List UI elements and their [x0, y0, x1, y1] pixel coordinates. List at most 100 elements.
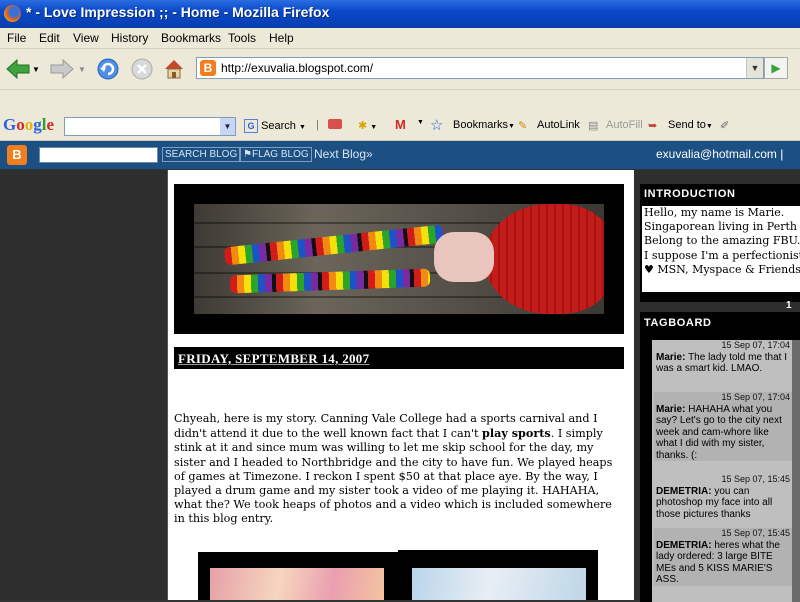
search-blog-button[interactable]: SEARCH BLOG: [162, 147, 241, 162]
left-margin: [0, 170, 167, 600]
send-to-label: Send to: [668, 119, 706, 131]
intro-line: Belong to the amazing FBU.: [644, 234, 800, 248]
autofill-icon: ▤: [588, 120, 599, 132]
tag-message: 15 Sep 07, 17:04 Marie: HAHAHA what you …: [654, 392, 792, 461]
flag-icon: ⚑: [243, 149, 252, 160]
tag-timestamp: 15 Sep 07, 17:04: [721, 340, 790, 350]
toolbar-spacer: [0, 90, 800, 112]
intro-line: Hello, my name is Marie.: [644, 206, 785, 219]
red-hat-shape: [484, 204, 604, 314]
menu-help[interactable]: Help: [269, 31, 294, 45]
pagerank-icon[interactable]: [328, 119, 342, 132]
tagboard-title: TAGBOARD: [644, 317, 712, 329]
menu-bar: File Edit View History Bookmarks Tools H…: [0, 28, 800, 49]
google-search-dropdown-icon[interactable]: ▼: [220, 118, 235, 135]
tag-message: 15 Sep 07, 15:45 DEMETRIA: you can photo…: [656, 474, 790, 520]
reload-button[interactable]: [94, 55, 122, 83]
navigation-toolbar: ▼ ▼ B http://exuvalia.blogspot.com/ ▼ ▶: [0, 49, 800, 90]
bookmarks-button[interactable]: Bookmarks▼: [453, 119, 515, 131]
menu-view[interactable]: View: [73, 31, 99, 45]
back-button[interactable]: [4, 55, 32, 83]
tag-author: Marie: [656, 351, 683, 363]
address-bar[interactable]: B http://exuvalia.blogspot.com/ ▼: [196, 57, 764, 79]
tag-timestamp: 15 Sep 07, 15:45: [721, 528, 790, 538]
tag-message: 15 Sep 07, 17:04 Marie: The lady told me…: [656, 340, 790, 374]
post-photo-frame-1: [198, 552, 398, 600]
home-icon: [165, 60, 183, 79]
flag-blog-button[interactable]: ⚑FLAG BLOG: [240, 147, 312, 162]
post-photo-frame-2: [398, 550, 598, 600]
google-search-button[interactable]: G Search ▼: [244, 119, 306, 133]
introduction-widget: INTRODUCTION Hello, my name is Marie. Si…: [640, 184, 800, 322]
rainbow-sock-upper: [223, 224, 445, 266]
intro-line: ♥ MSN, Myspace & Friendster: [644, 262, 800, 276]
post-body: Chyeah, here is my story. Canning Vale C…: [174, 412, 622, 527]
menu-bookmarks[interactable]: Bookmarks: [161, 31, 221, 45]
blogger-logo-icon[interactable]: B: [7, 145, 27, 165]
google-logo[interactable]: Google: [3, 115, 54, 135]
post-date: FRIDAY, SEPTEMBER 14, 2007: [178, 351, 370, 366]
tag-message: 15 Sep 07, 15:45 DEMETRIA: heres what th…: [654, 528, 792, 586]
blog-header-image: [174, 184, 624, 334]
intro-line: I suppose I'm a perfectionist: [644, 248, 800, 262]
autofill-button[interactable]: AutoFill: [606, 119, 643, 131]
autolink-wand-icon: ✎: [518, 120, 528, 132]
gmail-icon[interactable]: M: [395, 117, 406, 132]
tag-author: DEMETRIA: [656, 485, 709, 497]
forward-arrow-icon: [50, 58, 74, 80]
bookmarks-label: Bookmarks: [453, 119, 509, 131]
stop-button[interactable]: [128, 55, 156, 83]
menu-file[interactable]: File: [7, 31, 26, 45]
window-title-bar: * - Love Impression ;; - Home - Mozilla …: [0, 0, 800, 28]
post-text-part2: . I simply stink at it and since mum was…: [174, 427, 613, 526]
autolink-button[interactable]: AutoLink: [537, 119, 580, 131]
send-to-button[interactable]: Send to▼: [668, 119, 713, 131]
tagboard-messages: 15 Sep 07, 17:04 Marie: The lady told me…: [652, 340, 792, 602]
google-search-label: Search: [261, 120, 296, 132]
reload-icon: [97, 58, 119, 80]
tag-timestamp: 15 Sep 07, 15:45: [721, 474, 790, 484]
menu-history[interactable]: History: [111, 31, 148, 45]
news-icon[interactable]: ✱ ▼: [358, 119, 377, 132]
gmail-dropdown-icon[interactable]: ▼: [417, 119, 424, 126]
address-dropdown-icon[interactable]: ▼: [746, 58, 763, 78]
address-url: http://exuvalia.blogspot.com/: [221, 61, 374, 75]
blogger-navbar: B SEARCH BLOG ⚑FLAG BLOG Next Blog» exuv…: [0, 141, 800, 169]
introduction-title: INTRODUCTION: [644, 188, 736, 200]
signed-in-email[interactable]: exuvalia@hotmail.com |: [656, 147, 783, 161]
send-to-icon: ➥: [648, 120, 658, 132]
header-photo: [194, 204, 604, 314]
post-date-header: FRIDAY, SEPTEMBER 14, 2007: [174, 347, 624, 369]
google-g-icon: G: [244, 119, 258, 133]
tag-author: DEMETRIA: [656, 539, 709, 551]
post-photo-1[interactable]: [210, 568, 384, 600]
star-bookmark-icon[interactable]: ☆: [430, 116, 443, 134]
firefox-logo-icon: [4, 5, 21, 22]
highlighter-icon[interactable]: ✐: [720, 119, 729, 132]
back-arrow-icon: [6, 58, 30, 80]
go-button[interactable]: ▶: [764, 57, 788, 79]
blog-search-input[interactable]: [39, 147, 158, 163]
post-photo-2[interactable]: [412, 568, 586, 600]
introduction-body: Hello, my name is Marie. Singaporean liv…: [642, 206, 800, 292]
blog-sidebar: INTRODUCTION Hello, my name is Marie. Si…: [634, 170, 800, 602]
tag-author: Marie: [656, 403, 683, 415]
menu-tools[interactable]: Tools: [228, 31, 256, 45]
blogger-favicon-icon: B: [200, 60, 216, 76]
tagboard-scrollbar[interactable]: [792, 340, 800, 602]
blog-main-column: FRIDAY, SEPTEMBER 14, 2007 Chyeah, here …: [167, 170, 635, 600]
skin-shape: [434, 232, 494, 282]
google-toolbar: Google ▼ G Search ▼ | ✱ ▼ M ▼ ☆ Bookmark…: [0, 112, 800, 141]
next-blog-link[interactable]: Next Blog»: [314, 147, 373, 161]
stop-icon: [131, 58, 153, 80]
menu-edit[interactable]: Edit: [39, 31, 60, 45]
forward-history-dropdown[interactable]: ▼: [76, 55, 88, 83]
flag-blog-label: FLAG BLOG: [251, 149, 309, 160]
google-search-input[interactable]: ▼: [64, 117, 236, 136]
back-history-dropdown[interactable]: ▼: [30, 55, 42, 83]
toolbar-separator-icon: |: [316, 119, 319, 131]
tag-timestamp: 15 Sep 07, 17:04: [721, 392, 790, 402]
forward-button[interactable]: [48, 55, 76, 83]
tagboard-widget: TAGBOARD 15 Sep 07, 17:04 Marie: The lad…: [640, 312, 800, 602]
home-button[interactable]: [160, 55, 188, 83]
